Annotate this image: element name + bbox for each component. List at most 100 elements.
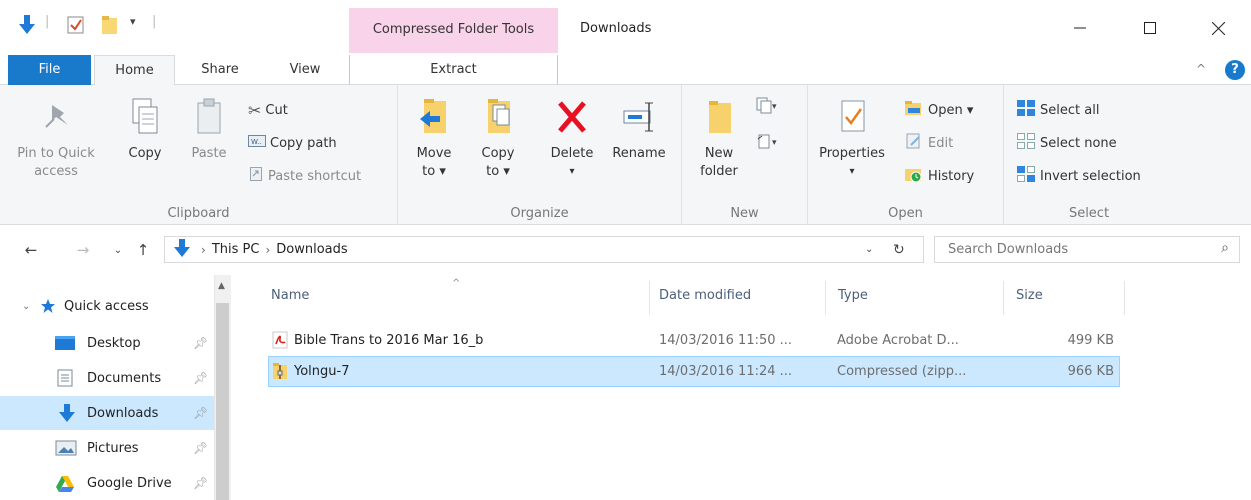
copy-to-label-2: to ▾ bbox=[486, 164, 510, 179]
google-drive-icon bbox=[55, 475, 75, 497]
column-divider[interactable] bbox=[649, 281, 650, 315]
close-button[interactable] bbox=[1195, 8, 1241, 48]
invert-selection-button[interactable]: Invert selection bbox=[1016, 165, 1141, 187]
back-button[interactable]: ← bbox=[20, 239, 42, 261]
copy-button[interactable]: Copy bbox=[120, 95, 170, 163]
select-none-button[interactable]: Select none bbox=[1016, 132, 1117, 154]
new-folder-label-1: New bbox=[704, 146, 734, 161]
qat-dropdown-icon[interactable]: ▾ bbox=[130, 15, 136, 28]
history-button[interactable]: History bbox=[904, 165, 974, 187]
cut-button[interactable]: ✂ Cut bbox=[248, 99, 288, 121]
paste-button[interactable]: Paste bbox=[184, 95, 234, 163]
svg-text:▾: ▾ bbox=[772, 138, 777, 148]
file-row[interactable]: Yolngu-7 14/03/2016 11:24 ... Compressed… bbox=[268, 356, 1120, 387]
delete-label: Delete bbox=[550, 146, 594, 161]
nav-item-downloads[interactable]: Downloads 📌︎ bbox=[0, 396, 214, 430]
paste-shortcut-icon bbox=[248, 166, 264, 186]
new-group-label: New bbox=[730, 206, 759, 221]
column-header-name[interactable]: Name bbox=[271, 275, 651, 315]
nav-pane-scroll-thumb[interactable] bbox=[216, 303, 229, 500]
downloads-icon bbox=[173, 238, 191, 262]
scroll-up-icon[interactable]: ▲ bbox=[218, 281, 225, 291]
nav-item-desktop[interactable]: Desktop 📌︎ bbox=[0, 326, 212, 360]
copy-to-button[interactable]: Copy to ▾ bbox=[472, 95, 524, 181]
breadcrumb-this-pc[interactable]: This PC bbox=[212, 242, 260, 257]
search-icon[interactable]: ⌕ bbox=[1221, 240, 1229, 256]
collapse-ribbon-icon[interactable]: ^ bbox=[1196, 62, 1206, 76]
move-to-button[interactable]: Move to ▾ bbox=[408, 95, 460, 181]
tab-home[interactable]: Home bbox=[94, 55, 175, 86]
new-folder-icon[interactable] bbox=[100, 14, 120, 36]
minimize-button[interactable] bbox=[1057, 8, 1103, 48]
refresh-icon[interactable]: ↻ bbox=[893, 242, 905, 258]
up-arrow-icon: ↑ bbox=[136, 241, 150, 259]
search-box[interactable]: Search Downloads ⌕ bbox=[934, 236, 1240, 263]
column-divider[interactable] bbox=[1003, 281, 1004, 315]
open-button[interactable]: Open ▾ bbox=[904, 99, 973, 121]
column-header-type[interactable]: Type bbox=[838, 275, 998, 315]
rename-icon bbox=[623, 102, 653, 132]
paste-shortcut-label: Paste shortcut bbox=[268, 168, 362, 184]
address-dropdown-icon[interactable]: ⌄ bbox=[865, 244, 873, 255]
copy-to-label-1: Copy bbox=[481, 146, 515, 161]
column-header-date[interactable]: Date modified bbox=[659, 275, 819, 315]
scissors-icon: ✂ bbox=[248, 100, 262, 120]
forward-button[interactable]: → bbox=[72, 239, 94, 261]
tab-extract[interactable]: Extract bbox=[349, 55, 558, 85]
select-all-button[interactable]: Select all bbox=[1016, 99, 1099, 121]
move-to-label-1: Move bbox=[416, 146, 452, 161]
select-none-icon bbox=[1016, 132, 1036, 154]
address-bar[interactable]: › This PC › Downloads ⌄ ↻ bbox=[164, 236, 924, 263]
nav-item-pictures[interactable]: Pictures 📌︎ bbox=[0, 431, 212, 465]
nav-item-label: Documents bbox=[87, 370, 162, 386]
pin-icon[interactable]: 📌︎ bbox=[193, 371, 208, 385]
tab-view[interactable]: View bbox=[265, 55, 345, 85]
pin-icon[interactable]: 📌︎ bbox=[193, 441, 208, 455]
documents-icon bbox=[56, 369, 74, 391]
breadcrumb-separator-icon: › bbox=[265, 242, 271, 257]
nav-item-google-drive[interactable]: Google Drive 📌︎ bbox=[0, 466, 212, 500]
pin-icon[interactable]: 📌︎ bbox=[193, 406, 208, 420]
recent-locations-button[interactable]: ⌄ bbox=[107, 239, 129, 261]
up-button[interactable]: ↑ bbox=[132, 239, 154, 261]
properties-check-icon[interactable] bbox=[66, 14, 86, 36]
new-item-button[interactable]: ▾ bbox=[756, 95, 778, 117]
pin-to-quick-access-button[interactable]: Pin to Quick access bbox=[16, 95, 96, 181]
maximize-button[interactable] bbox=[1127, 8, 1173, 48]
help-icon[interactable]: ? bbox=[1225, 60, 1245, 80]
properties-button[interactable]: Properties ▾ bbox=[814, 95, 890, 181]
edit-button[interactable]: Edit bbox=[904, 132, 953, 154]
rename-button[interactable]: Rename bbox=[608, 95, 670, 163]
nav-item-label: Google Drive bbox=[87, 475, 172, 491]
properties-label: Properties bbox=[819, 146, 885, 161]
down-arrow-icon[interactable] bbox=[18, 14, 36, 36]
zip-icon bbox=[271, 362, 289, 384]
column-divider[interactable] bbox=[1124, 281, 1125, 315]
nav-quick-access[interactable]: ⌄ Quick access bbox=[0, 289, 212, 323]
new-group: New folder ▾ ▾ New bbox=[682, 85, 808, 225]
breadcrumb-downloads[interactable]: Downloads bbox=[276, 242, 347, 257]
file-row[interactable]: Bible Trans to 2016 Mar 16_b 14/03/2016 … bbox=[268, 325, 1120, 356]
expand-chevron-icon[interactable]: ⌄ bbox=[22, 301, 30, 312]
search-input[interactable]: Search Downloads bbox=[948, 242, 1068, 257]
column-header-size[interactable]: Size bbox=[1016, 275, 1116, 315]
easy-access-button[interactable]: ▾ bbox=[756, 131, 778, 153]
new-folder-button[interactable]: New folder bbox=[694, 95, 744, 181]
delete-dropdown-icon[interactable]: ▾ bbox=[544, 163, 600, 181]
move-to-icon bbox=[420, 99, 446, 133]
paste-shortcut-button[interactable]: Paste shortcut bbox=[248, 165, 361, 187]
pin-icon[interactable]: 📌︎ bbox=[193, 336, 208, 350]
column-divider[interactable] bbox=[825, 281, 826, 315]
pin-icon[interactable]: 📌︎ bbox=[193, 476, 208, 490]
properties-dropdown-icon[interactable]: ▾ bbox=[814, 163, 890, 181]
clipboard-group: Pin to Quick access Copy Paste ✂ Cut W.. bbox=[0, 85, 398, 225]
file-size: 499 KB bbox=[1067, 333, 1114, 348]
tab-file[interactable]: File bbox=[8, 55, 91, 85]
pictures-icon bbox=[55, 440, 77, 460]
nav-item-documents[interactable]: Documents 📌︎ bbox=[0, 361, 212, 395]
tab-share[interactable]: Share bbox=[180, 55, 260, 85]
copy-path-button[interactable]: W.. Copy path bbox=[248, 132, 337, 154]
delete-button[interactable]: Delete ▾ bbox=[544, 95, 600, 181]
pin-icon bbox=[45, 105, 68, 128]
context-tab-group-label: Compressed Folder Tools bbox=[372, 22, 535, 37]
